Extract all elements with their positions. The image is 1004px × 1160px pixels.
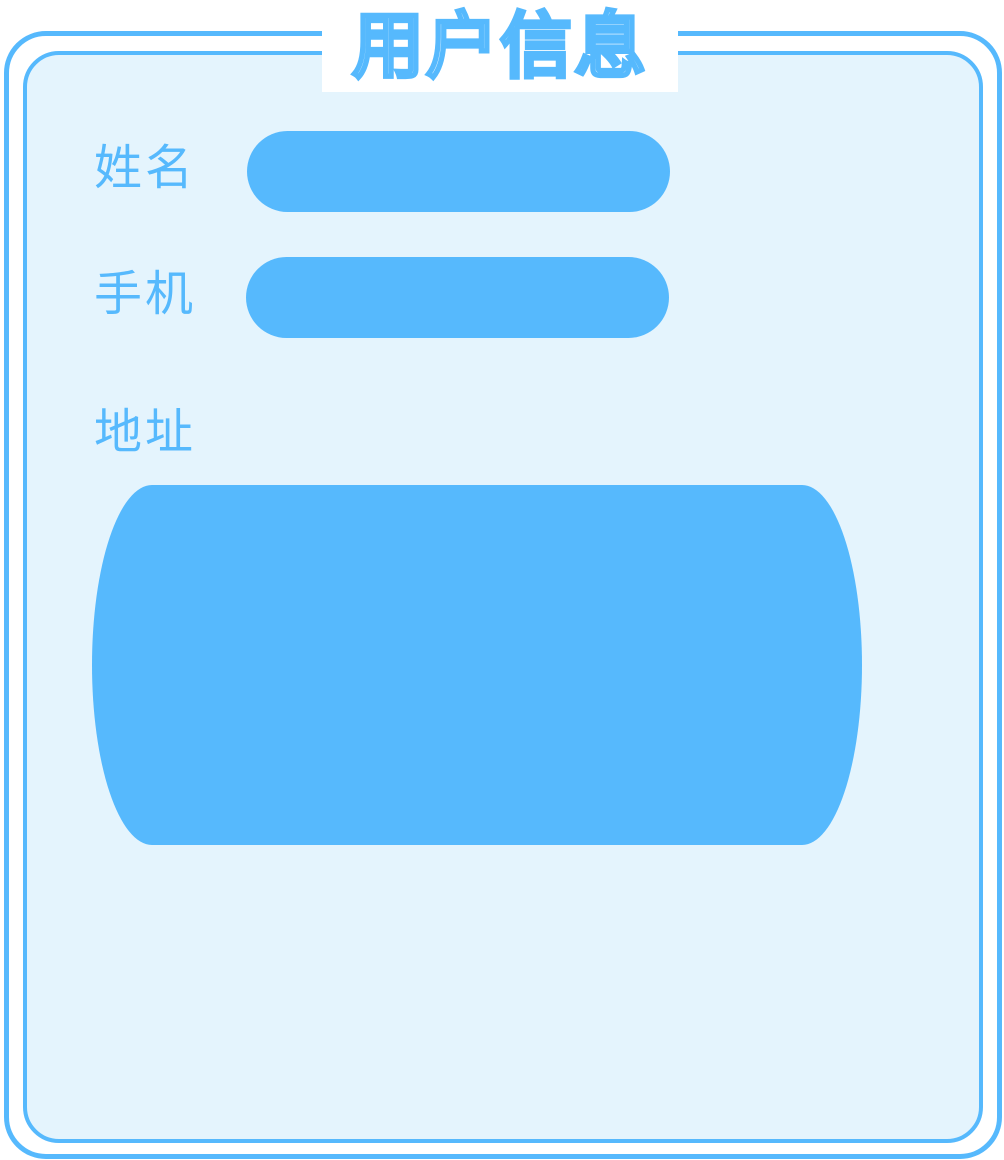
- phone-label: 手机: [94, 266, 197, 322]
- page-title: 用户信息: [350, 3, 648, 90]
- name-input[interactable]: [247, 131, 670, 212]
- address-textarea[interactable]: [92, 485, 862, 845]
- phone-input[interactable]: [246, 257, 669, 338]
- name-label: 姓名: [94, 140, 197, 196]
- address-label: 地址: [94, 404, 197, 460]
